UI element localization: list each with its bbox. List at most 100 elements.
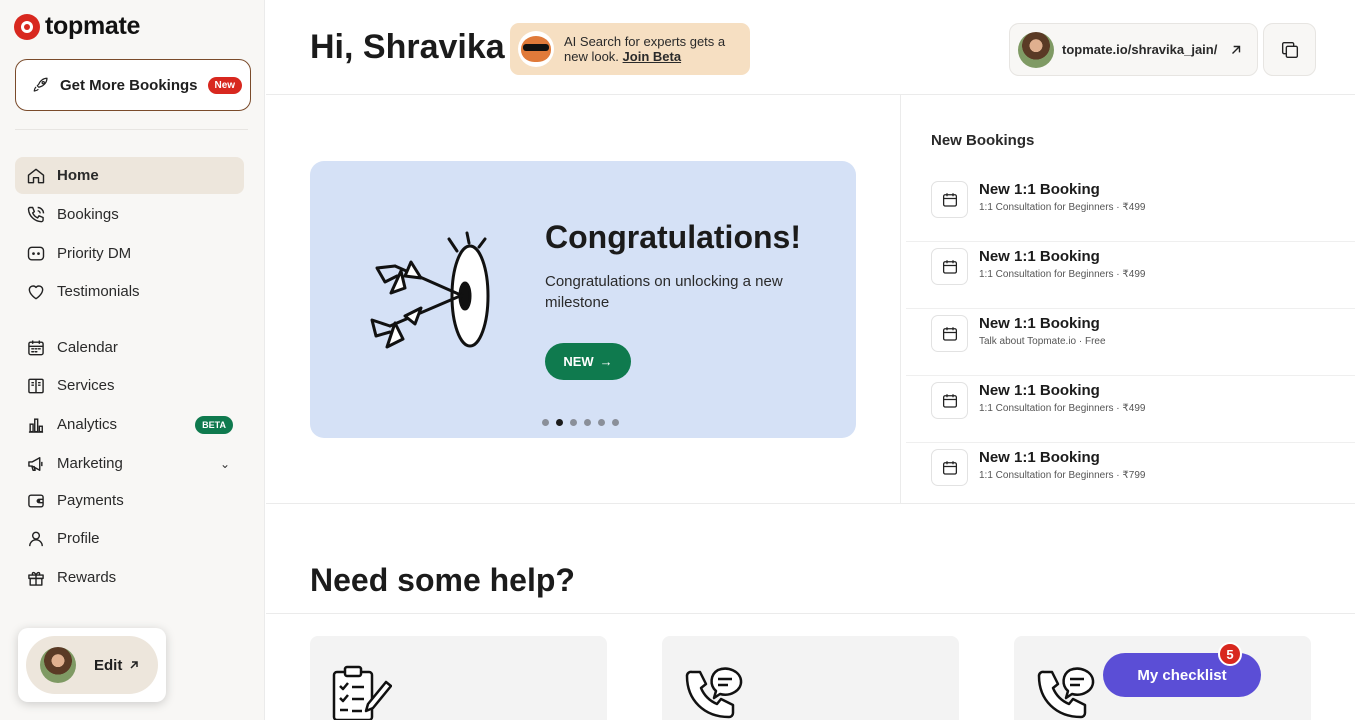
carousel-dot[interactable] <box>556 419 563 426</box>
new-bookings-panel: New Bookings New 1:1 Booking 1:1 Consulta… <box>900 95 1355 503</box>
booking-subtitle: 1:1 Consultation for Beginners · ₹499 <box>979 269 1146 280</box>
booking-subtitle: Talk about Topmate.io · Free <box>979 336 1106 347</box>
rocket-icon <box>33 77 48 92</box>
heart-icon <box>26 282 46 302</box>
join-beta-link[interactable]: Join Beta <box>623 49 682 64</box>
section-divider <box>266 503 1355 504</box>
bar-chart-icon <box>26 415 46 435</box>
milestone-carousel: Congratulations! Congratulations on unlo… <box>310 161 856 438</box>
sidebar-item-marketing[interactable]: Marketing ⌄ <box>15 445 244 482</box>
ai-search-banner[interactable]: AI Search for experts gets a new look. J… <box>510 23 750 75</box>
avatar <box>40 647 76 683</box>
edit-profile-card: Edit <box>18 628 166 702</box>
checklist-label: My checklist <box>1137 666 1227 684</box>
copy-icon <box>1281 41 1298 58</box>
sidebar-item-home[interactable]: Home <box>15 157 244 194</box>
booking-row[interactable]: New 1:1 Booking 1:1 Consultation for Begi… <box>906 242 1355 309</box>
carousel-dot[interactable] <box>598 419 605 426</box>
sidebar-item-rewards[interactable]: Rewards <box>15 559 244 596</box>
booking-row[interactable]: New 1:1 Booking 1:1 Consultation for Begi… <box>906 175 1355 242</box>
arrow-right-icon: → <box>599 354 613 369</box>
avatar <box>1018 31 1054 68</box>
copy-link-button[interactable] <box>1263 23 1316 76</box>
phone-icon <box>26 205 46 225</box>
booking-subtitle: 1:1 Consultation for Beginners · ₹799 <box>979 470 1146 481</box>
calendar-icon <box>26 338 46 358</box>
sidebar-item-label: Marketing <box>57 455 123 472</box>
sidebar-item-calendar[interactable]: Calendar <box>15 329 244 366</box>
sidebar-item-label: Calendar <box>57 339 118 356</box>
carousel-dot[interactable] <box>584 419 591 426</box>
booking-row[interactable]: New 1:1 Booking 1:1 Consultation for Begi… <box>906 376 1355 443</box>
sidebar-item-label: Payments <box>57 492 124 509</box>
help-card-guide[interactable] <box>310 636 607 720</box>
page-title: Hi, Shravika <box>310 28 505 66</box>
carousel-new-button[interactable]: NEW → <box>545 343 631 380</box>
help-card-call[interactable] <box>662 636 959 720</box>
sidebar: topmate Get More Bookings New Home Booki… <box>0 0 265 720</box>
external-link-icon <box>130 661 139 669</box>
gift-icon <box>26 568 46 588</box>
booking-title: New 1:1 Booking <box>979 449 1100 466</box>
carousel-dot[interactable] <box>542 419 549 426</box>
fox-mascot-icon <box>518 31 554 67</box>
topmate-logo[interactable]: topmate <box>14 12 140 41</box>
chat-icon <box>26 244 46 264</box>
user-icon <box>26 529 46 549</box>
booking-row[interactable]: New 1:1 Booking Talk about Topmate.io · F… <box>906 309 1355 376</box>
logo-text: topmate <box>45 12 141 40</box>
home-icon <box>26 166 46 186</box>
sidebar-item-label: Testimonials <box>57 283 140 300</box>
sidebar-item-label: Services <box>57 377 115 394</box>
sidebar-item-label: Home <box>57 167 99 184</box>
sidebar-item-priority-dm[interactable]: Priority DM <box>15 235 244 272</box>
edit-label: Edit <box>94 656 123 674</box>
wallet-icon <box>26 491 46 511</box>
sidebar-item-payments[interactable]: Payments <box>15 482 244 519</box>
topmate-logo-icon <box>14 13 40 40</box>
booking-subtitle: 1:1 Consultation for Beginners · ₹499 <box>979 202 1146 213</box>
carousel-dots <box>542 419 619 426</box>
carousel-description: Congratulations on unlocking a new miles… <box>545 273 783 311</box>
sidebar-item-analytics[interactable]: Analytics BETA <box>15 406 244 443</box>
carousel-dot[interactable] <box>612 419 619 426</box>
help-divider <box>266 613 1355 614</box>
carousel-title: Congratulations! <box>545 219 801 255</box>
megaphone-icon <box>26 454 46 474</box>
checklist-count-badge: 5 <box>1218 642 1242 666</box>
sidebar-item-label: Analytics <box>57 416 118 433</box>
calendar-icon <box>931 449 968 486</box>
checklist-icon <box>332 665 392 720</box>
edit-profile-button[interactable]: Edit <box>26 636 158 694</box>
phone-chat-icon <box>685 667 743 719</box>
sidebar-divider <box>15 129 248 130</box>
sidebar-item-testimonials[interactable]: Testimonials <box>15 273 244 310</box>
calendar-icon <box>931 181 968 218</box>
sidebar-item-label: Rewards <box>57 569 117 586</box>
carousel-dot[interactable] <box>570 419 577 426</box>
booking-title: New 1:1 Booking <box>979 248 1100 265</box>
calendar-icon <box>931 248 968 285</box>
booking-row[interactable]: New 1:1 Booking 1:1 Consultation for Begi… <box>906 443 1355 510</box>
help-title: Need some help? <box>310 562 575 598</box>
ai-banner-text: AI Search for experts gets a new look. J… <box>564 34 744 64</box>
phone-chat-icon <box>1037 667 1095 719</box>
booking-title: New 1:1 Booking <box>979 382 1100 399</box>
booking-title: New 1:1 Booking <box>979 181 1100 198</box>
sidebar-item-profile[interactable]: Profile <box>15 520 244 557</box>
booking-subtitle: 1:1 Consultation for Beginners · ₹499 <box>979 403 1146 414</box>
sidebar-item-bookings[interactable]: Bookings <box>15 196 244 233</box>
bookings-title: New Bookings <box>931 132 1035 149</box>
sidebar-item-services[interactable]: Services <box>15 367 244 404</box>
profile-link-button[interactable]: topmate.io/shravika_jain/ <box>1009 23 1258 76</box>
sidebar-item-label: Profile <box>57 530 100 547</box>
book-icon <box>26 376 46 396</box>
get-more-bookings-button[interactable]: Get More Bookings New <box>15 59 251 111</box>
get-more-bookings-label: Get More Bookings <box>60 76 198 94</box>
sidebar-item-label: Bookings <box>57 206 119 223</box>
calendar-icon <box>931 315 968 352</box>
darts-target-illustration <box>370 231 490 349</box>
external-link-icon <box>1232 45 1241 54</box>
chevron-down-icon[interactable]: ⌄ <box>220 457 230 471</box>
calendar-icon <box>931 382 968 419</box>
